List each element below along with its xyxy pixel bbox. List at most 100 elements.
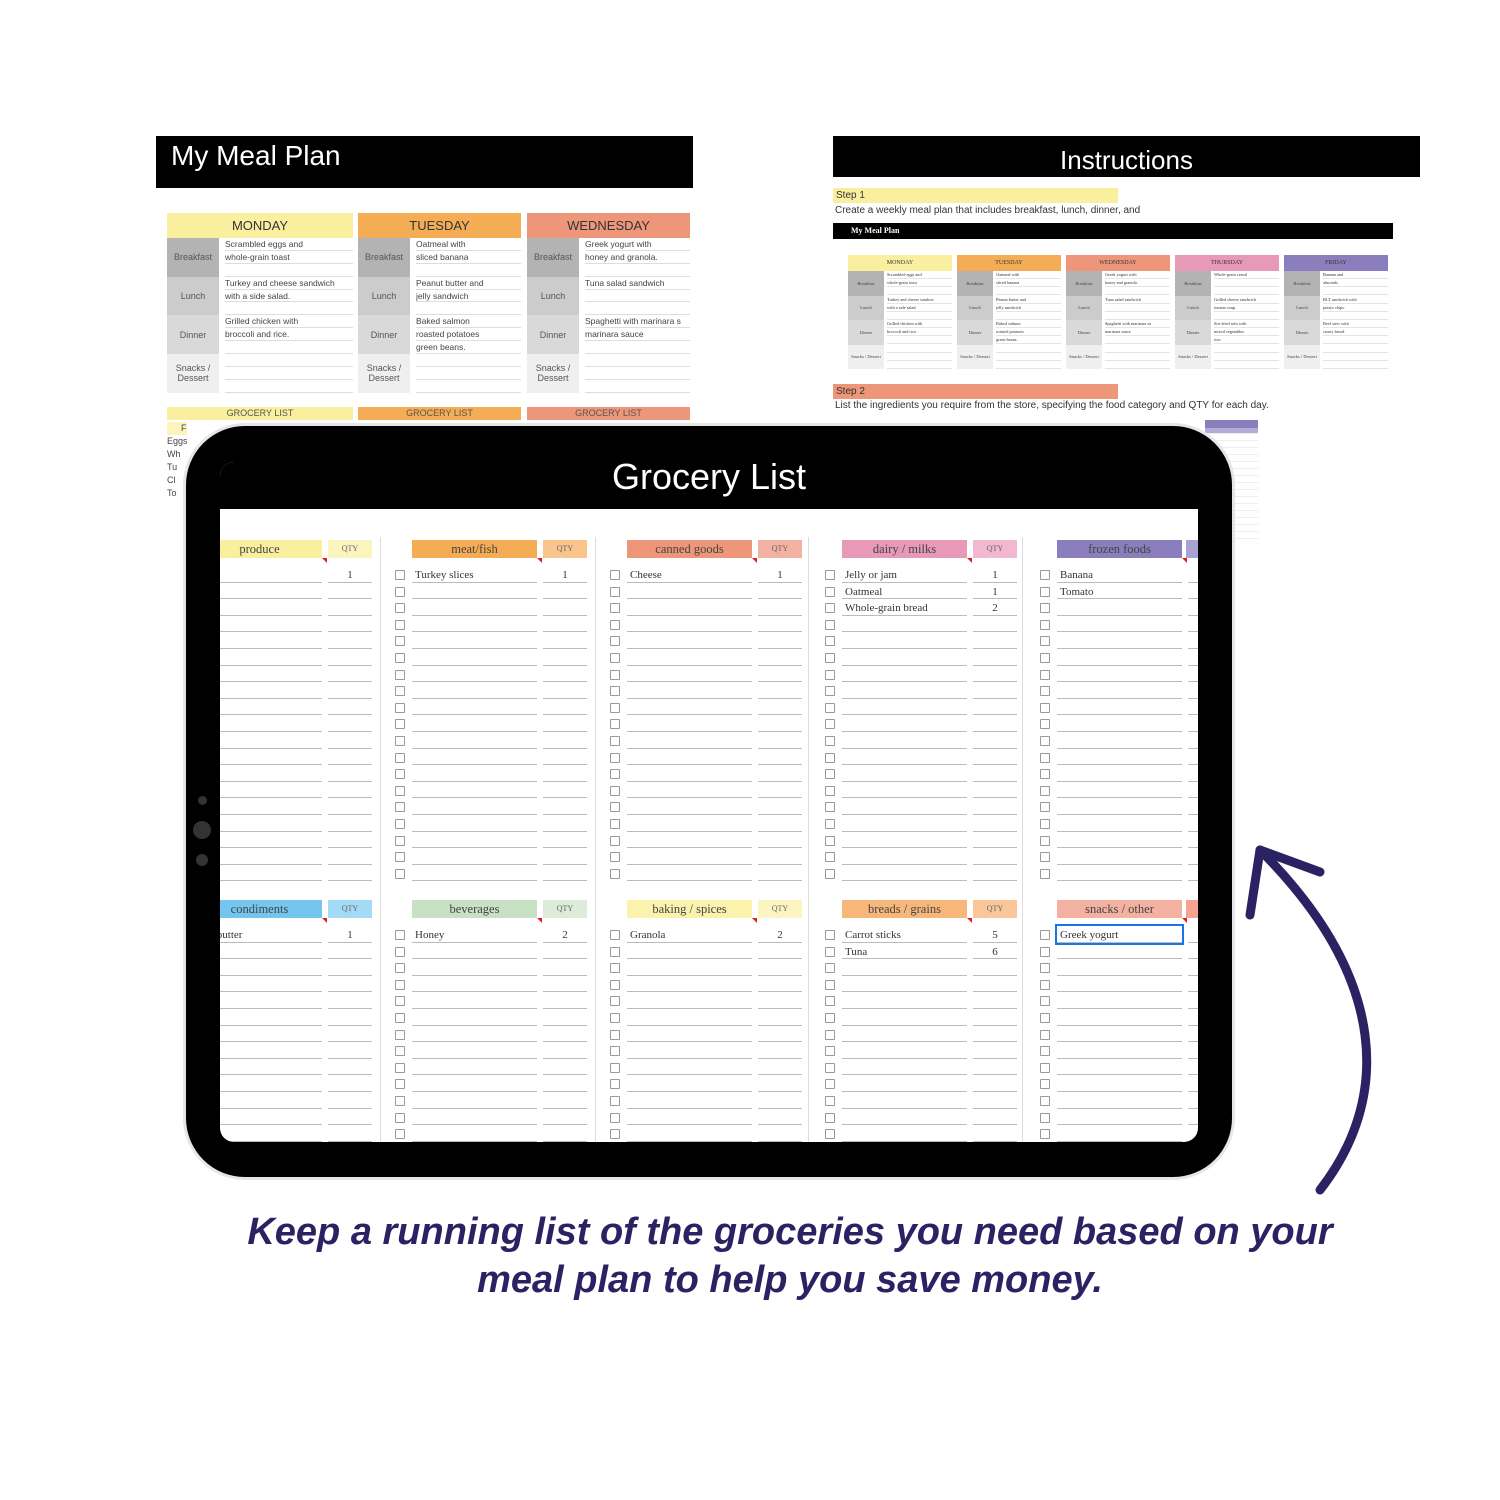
item-field[interactable]	[1057, 616, 1182, 633]
checkbox[interactable]	[610, 996, 620, 1007]
item-field[interactable]	[412, 616, 537, 633]
qty-field[interactable]	[328, 1059, 372, 1076]
qty-field[interactable]	[1188, 732, 1198, 749]
checkbox[interactable]	[825, 1112, 835, 1123]
qty-field[interactable]	[328, 865, 372, 882]
qty-field[interactable]	[543, 1059, 587, 1076]
qty-field[interactable]	[973, 1092, 1017, 1109]
item-field[interactable]	[627, 865, 752, 882]
checkbox[interactable]	[395, 736, 405, 746]
meal-line[interactable]	[416, 302, 521, 316]
qty-field[interactable]: 2	[758, 926, 802, 943]
qty-field[interactable]	[328, 815, 372, 832]
qty-field[interactable]	[1188, 583, 1198, 600]
item-field[interactable]	[1057, 943, 1182, 960]
item-field[interactable]	[220, 699, 322, 716]
item-field[interactable]: Tomato	[1057, 583, 1182, 600]
checkbox[interactable]	[395, 1013, 405, 1023]
checkbox[interactable]	[1040, 1013, 1050, 1023]
qty-field[interactable]	[1188, 599, 1198, 616]
qty-field[interactable]	[543, 632, 587, 649]
qty-field[interactable]	[758, 1059, 802, 1076]
checkbox[interactable]	[825, 570, 835, 580]
qty-field[interactable]	[758, 1109, 802, 1126]
checkbox[interactable]	[395, 1029, 405, 1040]
item-field[interactable]	[220, 976, 322, 993]
qty-field[interactable]	[543, 782, 587, 799]
checkbox[interactable]	[825, 1129, 835, 1140]
checkbox[interactable]	[610, 636, 620, 647]
qty-field[interactable]	[973, 832, 1017, 849]
item-field[interactable]	[220, 865, 322, 882]
checkbox[interactable]	[395, 946, 405, 957]
qty-field[interactable]	[543, 1109, 587, 1126]
meal-line[interactable]	[225, 354, 353, 367]
checkbox[interactable]	[825, 736, 835, 746]
checkbox[interactable]	[610, 702, 620, 713]
item-field[interactable]	[627, 1059, 752, 1076]
item-field[interactable]	[842, 1092, 967, 1109]
qty-field[interactable]	[973, 976, 1017, 993]
qty-field[interactable]	[328, 959, 372, 976]
qty-field[interactable]	[1188, 715, 1198, 732]
item-field[interactable]	[412, 992, 537, 1009]
qty-field[interactable]	[758, 1092, 802, 1109]
checkbox[interactable]	[395, 930, 405, 940]
qty-field[interactable]	[328, 1092, 372, 1109]
item-field[interactable]	[220, 848, 322, 865]
qty-field[interactable]	[328, 749, 372, 766]
checkbox[interactable]	[610, 785, 620, 796]
checkbox[interactable]	[395, 1046, 405, 1057]
qty-field[interactable]	[543, 1075, 587, 1092]
item-field[interactable]	[627, 782, 752, 799]
meal-line[interactable]	[585, 302, 690, 316]
checkbox[interactable]	[825, 1096, 835, 1106]
meal-line[interactable]	[225, 367, 353, 380]
item-field[interactable]: Cheese	[627, 566, 752, 583]
checkbox[interactable]	[1040, 653, 1050, 663]
qty-field[interactable]	[758, 699, 802, 716]
item-field[interactable]	[220, 1042, 322, 1059]
item-field[interactable]	[412, 782, 537, 799]
qty-field[interactable]	[758, 848, 802, 865]
qty-field[interactable]	[1188, 832, 1198, 849]
item-field[interactable]	[220, 1075, 322, 1092]
checkbox[interactable]	[825, 1029, 835, 1040]
qty-field[interactable]	[328, 682, 372, 699]
checkbox[interactable]	[1040, 719, 1050, 730]
checkbox[interactable]	[1040, 979, 1050, 990]
checkbox[interactable]	[1040, 785, 1050, 796]
qty-field[interactable]	[973, 749, 1017, 766]
item-field[interactable]	[220, 715, 322, 732]
qty-field[interactable]	[328, 765, 372, 782]
item-field[interactable]	[842, 682, 967, 699]
qty-field[interactable]	[328, 616, 372, 633]
checkbox[interactable]	[610, 819, 620, 829]
meal-line[interactable]	[585, 354, 690, 367]
item-field[interactable]	[842, 765, 967, 782]
qty-field[interactable]	[758, 1009, 802, 1026]
item-field[interactable]	[627, 715, 752, 732]
checkbox[interactable]	[825, 785, 835, 796]
item-field[interactable]	[1057, 1009, 1182, 1026]
checkbox[interactable]	[610, 1046, 620, 1057]
checkbox[interactable]	[395, 1062, 405, 1073]
qty-field[interactable]	[328, 798, 372, 815]
category-header[interactable]: snacks / other	[1057, 900, 1182, 918]
qty-field[interactable]	[758, 583, 802, 600]
item-field[interactable]	[1057, 1109, 1182, 1126]
item-field[interactable]	[842, 1026, 967, 1043]
qty-field[interactable]: 1	[328, 926, 372, 943]
qty-field[interactable]	[1188, 666, 1198, 683]
checkbox[interactable]	[825, 835, 835, 846]
item-field[interactable]	[842, 1042, 967, 1059]
item-field[interactable]	[412, 865, 537, 882]
item-field[interactable]	[842, 616, 967, 633]
qty-field[interactable]	[543, 715, 587, 732]
item-field[interactable]	[412, 699, 537, 716]
item-field[interactable]	[220, 782, 322, 799]
qty-field[interactable]	[1188, 815, 1198, 832]
qty-field[interactable]	[1188, 848, 1198, 865]
qty-field[interactable]	[758, 682, 802, 699]
checkbox[interactable]	[1040, 835, 1050, 846]
